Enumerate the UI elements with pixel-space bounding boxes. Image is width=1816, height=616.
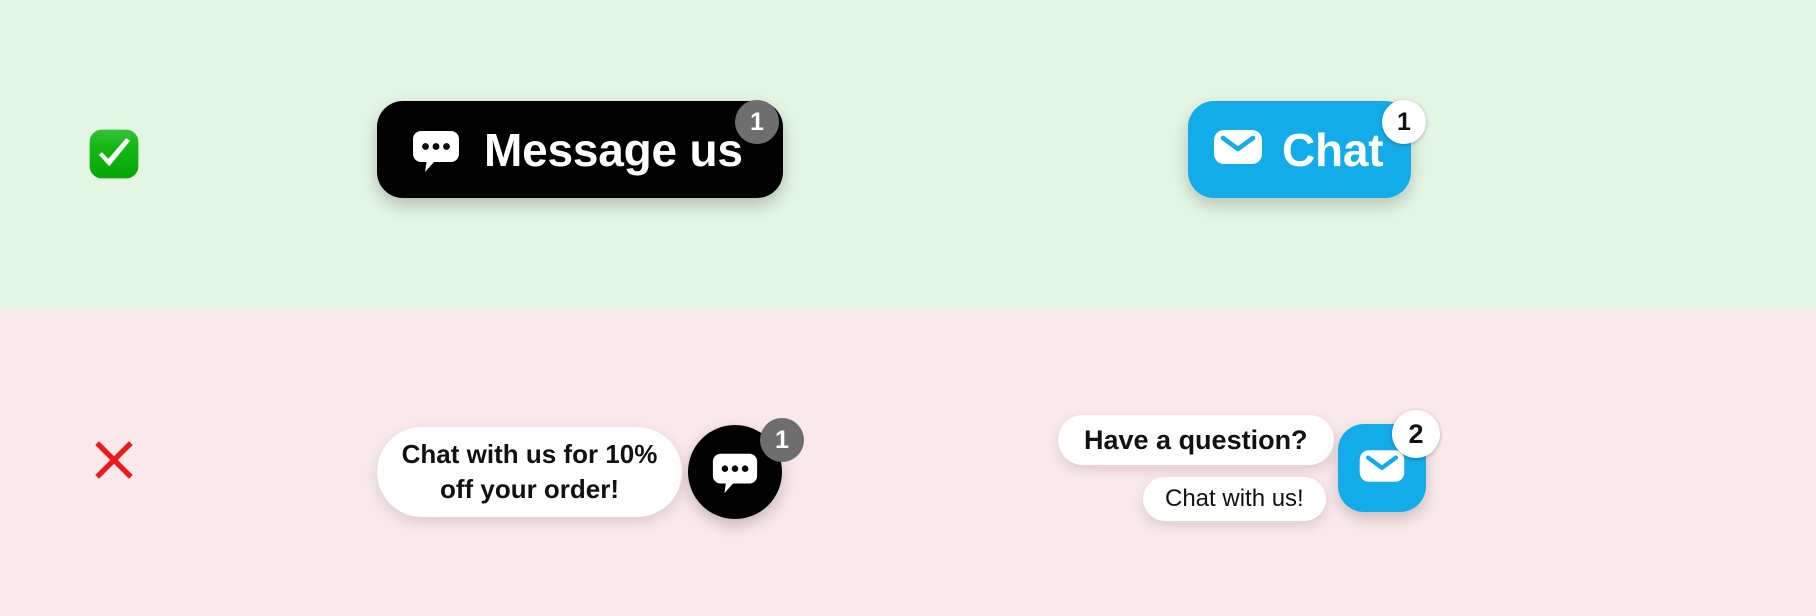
message-us-button-label: Message us <box>484 123 743 176</box>
comparison-board: Message us 1 Chat 1 Chat with us for 10%… <box>0 0 1816 616</box>
promo-message-bubble[interactable]: Chat with us for 10% off your order! <box>377 427 682 517</box>
white-heavy-check-mark-icon <box>84 124 144 184</box>
question-message-text: Have a question? <box>1084 424 1308 455</box>
status-badge[interactable]: 1 <box>760 418 804 462</box>
status-badge[interactable]: 1 <box>1382 100 1426 144</box>
chat-button-label: Chat <box>1282 123 1384 176</box>
question-message-bubble[interactable]: Have a question? <box>1058 415 1334 465</box>
status-badge[interactable]: 2 <box>1392 410 1440 458</box>
promo-message-text: Chat with us for 10% off your order! <box>401 438 658 504</box>
message-us-button[interactable]: Message us <box>377 101 783 198</box>
chat-bubble-dots-icon <box>710 447 760 497</box>
invite-message-bubble[interactable]: Chat with us! <box>1143 477 1326 521</box>
good-examples-band <box>0 0 1816 308</box>
chat-button[interactable]: Chat <box>1188 101 1412 198</box>
invite-message-text: Chat with us! <box>1165 485 1304 512</box>
envelope-icon <box>1210 119 1266 180</box>
cross-mark-icon <box>84 430 144 490</box>
status-badge[interactable]: 1 <box>735 100 779 144</box>
chat-bubble-dots-icon <box>410 124 462 176</box>
bad-examples-band <box>0 308 1816 616</box>
